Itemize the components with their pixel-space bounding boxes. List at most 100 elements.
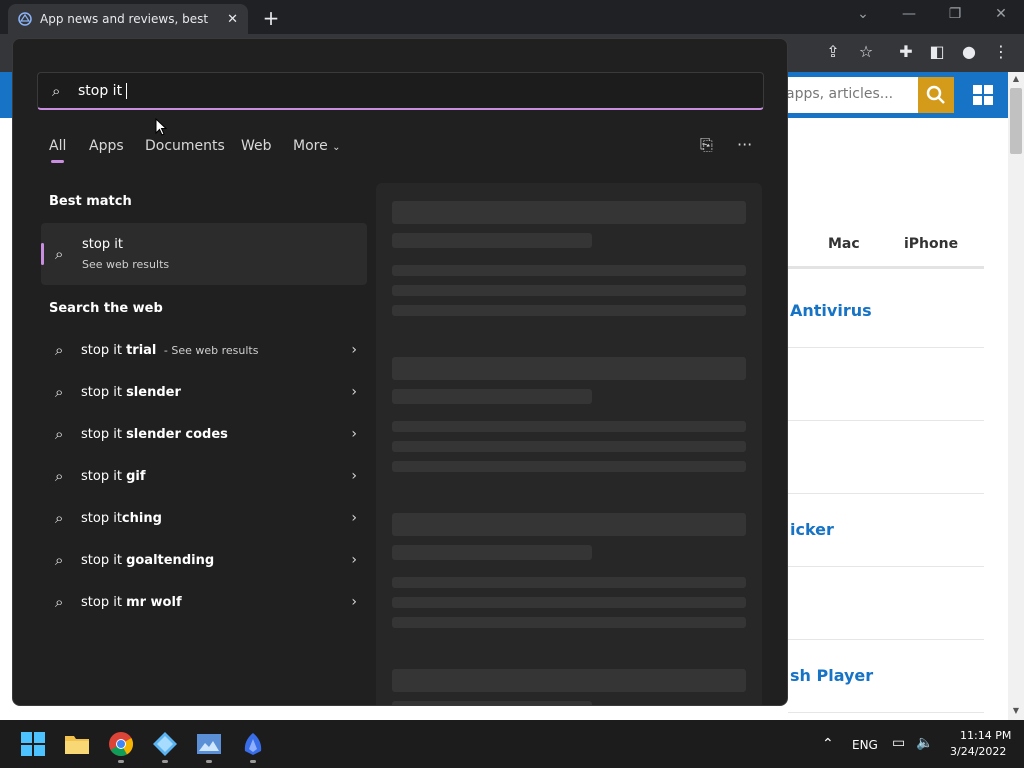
- share-icon[interactable]: ⇪: [822, 42, 844, 61]
- search-query: stop it: [78, 82, 123, 99]
- web-result-row[interactable]: ⌕ stop it slender codes ›: [41, 416, 357, 452]
- mouse-cursor-icon: [155, 118, 167, 136]
- skeleton-bar: [392, 233, 592, 248]
- menu-icon[interactable]: ⋮: [990, 42, 1012, 61]
- search-icon: ⌕: [55, 425, 64, 443]
- skeleton-bar: [392, 617, 746, 628]
- tab-search-icon[interactable]: ⌄: [848, 6, 878, 22]
- file-explorer-icon[interactable]: [64, 731, 90, 757]
- skeleton-bar: [392, 421, 746, 432]
- site-divider: [788, 420, 984, 421]
- filter-tab-web[interactable]: Web: [241, 138, 272, 154]
- diamond-app-icon[interactable]: [152, 731, 178, 757]
- new-tab-button[interactable]: +: [260, 6, 282, 30]
- web-result-row[interactable]: ⌕ stop it gif ›: [41, 458, 357, 494]
- site-list-item[interactable]: icker: [790, 520, 834, 539]
- site-windows-button[interactable]: [960, 72, 1006, 118]
- scroll-up-icon[interactable]: ▲: [1010, 74, 1022, 83]
- best-match-title: stop it: [82, 237, 123, 252]
- chevron-right-icon: ›: [351, 510, 357, 526]
- skeleton-bar: [392, 201, 746, 224]
- filter-tab-documents[interactable]: Documents: [145, 138, 225, 154]
- profile-icon[interactable]: ●: [958, 42, 980, 61]
- text-caret: [126, 82, 128, 99]
- scrollbar-thumb[interactable]: [1010, 88, 1022, 154]
- windows-start-icon[interactable]: [20, 731, 46, 757]
- browser-tab[interactable]: App news and reviews, best software down…: [8, 4, 248, 34]
- web-result-row[interactable]: ⌕ stop itching ›: [41, 500, 357, 536]
- filter-tab-more[interactable]: More ⌄: [293, 138, 341, 154]
- skeleton-bar: [392, 357, 746, 380]
- language-indicator[interactable]: ENG: [852, 738, 878, 752]
- running-indicator: [250, 760, 256, 763]
- skeleton-bar: [392, 441, 746, 452]
- windows-logo-icon: [973, 85, 993, 105]
- star-icon[interactable]: ☆: [855, 42, 877, 61]
- web-result-row[interactable]: ⌕ stop it slender ›: [41, 374, 357, 410]
- sidebar-icon[interactable]: ◧: [926, 42, 948, 61]
- clock-date[interactable]: 3/24/2022: [950, 745, 1006, 758]
- preview-pane-loading: [376, 183, 762, 705]
- site-list-item[interactable]: sh Player: [790, 666, 873, 685]
- chevron-right-icon: ›: [351, 384, 357, 400]
- search-web-heading: Search the web: [49, 301, 163, 316]
- search-icon: ⌕: [55, 245, 64, 263]
- web-result-label: stop it slender codes: [81, 426, 228, 442]
- skeleton-bar: [392, 461, 746, 472]
- filter-tab-apps[interactable]: Apps: [89, 138, 124, 154]
- site-divider: [788, 639, 984, 640]
- web-result-row[interactable]: ⌕ stop it goaltending ›: [41, 542, 357, 578]
- web-result-label: stop it slender: [81, 384, 181, 400]
- image-app-icon[interactable]: [196, 731, 222, 757]
- filter-tab-all[interactable]: All: [49, 138, 66, 154]
- minimize-button[interactable]: —: [894, 6, 924, 22]
- search-icon: [926, 85, 945, 104]
- clock-time[interactable]: 11:14 PM: [960, 729, 1011, 742]
- search-icon: ⌕: [55, 341, 64, 359]
- site-divider: [788, 712, 984, 713]
- skeleton-bar: [392, 577, 746, 588]
- close-tab-icon[interactable]: ✕: [227, 12, 238, 27]
- browser-tab-title: App news and reviews, best software down…: [40, 12, 210, 26]
- search-icon: ⌕: [55, 551, 64, 569]
- skeleton-bar: [392, 669, 746, 692]
- filter-more-label: More: [293, 138, 328, 154]
- site-tab-mac[interactable]: Mac: [828, 236, 860, 252]
- chevron-right-icon: ›: [351, 468, 357, 484]
- skeleton-bar: [392, 285, 746, 296]
- network-icon[interactable]: ▭: [892, 735, 905, 751]
- best-match-result[interactable]: ⌕ stop it See web results: [41, 223, 367, 285]
- more-options-icon[interactable]: ···: [737, 135, 752, 154]
- page-scrollbar[interactable]: [1008, 72, 1024, 720]
- site-tab-iphone[interactable]: iPhone: [904, 236, 958, 252]
- volume-icon[interactable]: 🔈: [916, 735, 933, 751]
- web-result-row[interactable]: ⌕ stop it trial - See web results ›: [41, 332, 357, 368]
- start-search-panel: ⌕ stop it All Apps Documents Web More ⌄ …: [12, 38, 788, 706]
- skeleton-bar: [392, 701, 592, 705]
- chrome-icon[interactable]: [108, 731, 134, 757]
- bird-app-icon[interactable]: [240, 731, 266, 757]
- chevron-right-icon: ›: [351, 552, 357, 568]
- site-tab-divider: [788, 266, 984, 269]
- best-match-subtitle: See web results: [82, 258, 170, 271]
- skeleton-bar: [392, 305, 746, 316]
- search-input[interactable]: ⌕ stop it: [37, 72, 764, 110]
- account-switch-icon[interactable]: ⎘: [700, 135, 713, 155]
- site-list-item[interactable]: Antivirus: [790, 301, 872, 320]
- search-icon: ⌕: [55, 383, 64, 401]
- scroll-down-icon[interactable]: ▼: [1010, 706, 1022, 715]
- close-window-button[interactable]: ✕: [986, 6, 1016, 22]
- web-result-label: stop it goaltending: [81, 552, 215, 568]
- search-icon: ⌕: [55, 509, 64, 527]
- site-search-input[interactable]: apps, articles...: [780, 77, 918, 113]
- running-indicator: [162, 760, 168, 763]
- extensions-icon[interactable]: ✚: [895, 42, 917, 61]
- chevron-up-icon[interactable]: ⌃: [822, 736, 834, 752]
- site-favicon-icon: [18, 12, 32, 26]
- site-divider: [788, 566, 984, 567]
- restore-button[interactable]: ❐: [940, 6, 970, 22]
- selection-accent: [41, 243, 44, 265]
- web-result-row[interactable]: ⌕ stop it mr wolf ›: [41, 584, 357, 620]
- web-result-label: stop it gif: [81, 468, 146, 484]
- site-search-button[interactable]: [918, 77, 954, 113]
